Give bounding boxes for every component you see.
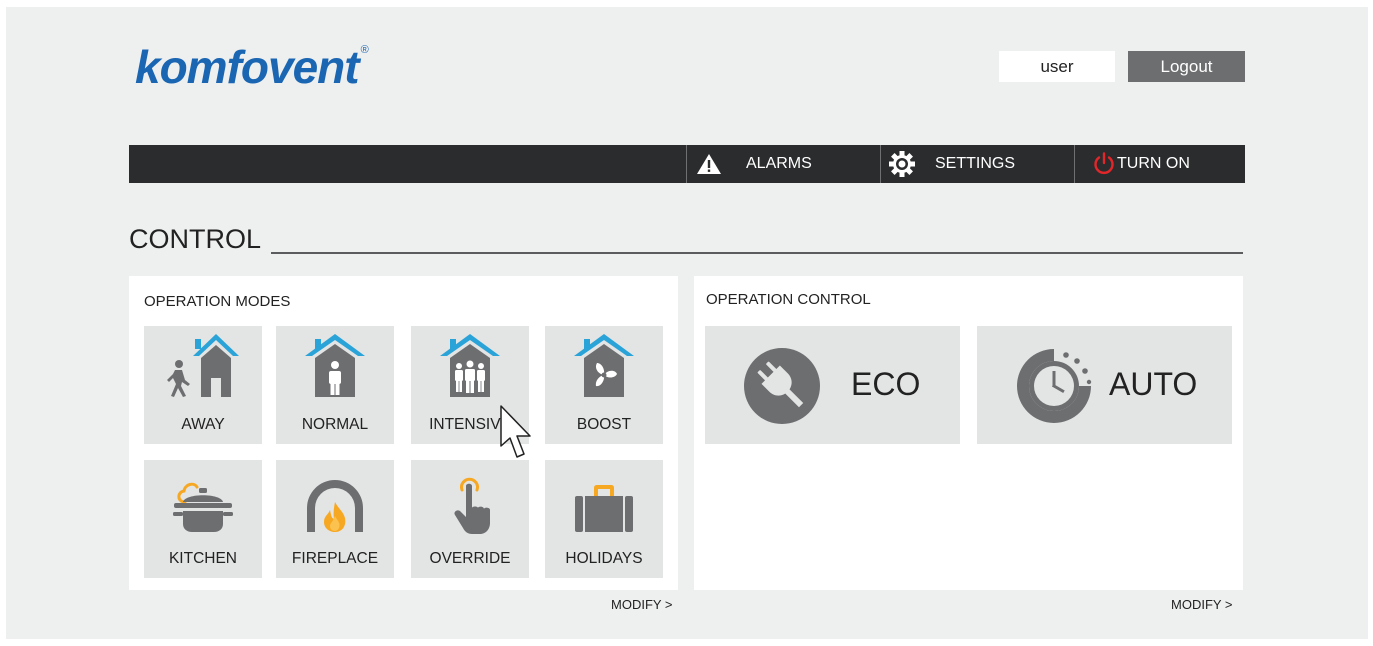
eco-button[interactable]: ECO: [705, 326, 960, 444]
auto-clock-icon: [1017, 349, 1092, 423]
logout-button[interactable]: Logout: [1128, 51, 1245, 82]
gear-icon: [889, 151, 915, 177]
boost-fan-house-icon: [574, 334, 634, 397]
warning-icon: [696, 153, 722, 175]
mode-label: NORMAL: [301, 416, 369, 433]
user-name-display: user: [999, 51, 1115, 82]
operation-control-card: OPERATION CONTROL ECO AUTO: [694, 276, 1243, 590]
turn-on-label: TURN ON: [1117, 155, 1190, 172]
modify-control-link[interactable]: MODIFY >: [1171, 597, 1233, 612]
alarms-label: ALARMS: [746, 155, 812, 172]
fireplace-icon: [307, 480, 363, 532]
mode-label: BOOST: [576, 416, 632, 433]
eco-plug-icon: [744, 348, 820, 424]
holidays-suitcase-icon: [575, 485, 633, 532]
eco-label: ECO: [851, 366, 921, 402]
settings-label: SETTINGS: [935, 155, 1016, 172]
intensive-house-icon: [440, 334, 500, 397]
registered-mark: ®: [360, 44, 369, 56]
away-house-icon: [167, 334, 239, 397]
mode-boost-button[interactable]: BOOST: [545, 326, 663, 444]
mode-label: OVERRIDE: [429, 550, 511, 567]
mode-normal-button[interactable]: NORMAL: [276, 326, 394, 444]
power-icon: [1093, 152, 1115, 176]
turn-on-button[interactable]: TURN ON: [1075, 145, 1245, 183]
mode-away-button[interactable]: AWAY: [144, 326, 262, 444]
mouse-pointer-icon: [500, 405, 531, 458]
top-navbar: ALARMS SETTINGS TURN ON: [129, 145, 1245, 183]
kitchen-pot-icon: [173, 482, 233, 532]
mode-fireplace-button[interactable]: FIREPLACE: [276, 460, 394, 578]
mode-label: HOLIDAYS: [565, 550, 643, 567]
auto-button[interactable]: AUTO: [977, 326, 1232, 444]
auto-label: AUTO: [1109, 366, 1198, 402]
mode-holidays-button[interactable]: HOLIDAYS: [545, 460, 663, 578]
page-title: CONTROL: [129, 224, 262, 254]
modify-modes-link[interactable]: MODIFY >: [611, 597, 673, 612]
komfovent-logo: komfovent ®: [135, 41, 369, 93]
mode-label: KITCHEN: [168, 550, 238, 567]
alarms-button[interactable]: ALARMS: [687, 145, 880, 183]
settings-button[interactable]: SETTINGS: [881, 145, 1074, 183]
mode-kitchen-button[interactable]: KITCHEN: [144, 460, 262, 578]
operation-modes-card: OPERATION MODES AWAY NORMAL INTENSIVE BO…: [129, 276, 678, 590]
override-hand-icon: [454, 477, 490, 534]
title-divider: [271, 252, 1243, 254]
operation-modes-title: OPERATION MODES: [144, 293, 291, 310]
mode-label: FIREPLACE: [291, 550, 379, 567]
operation-control-title: OPERATION CONTROL: [706, 291, 871, 308]
mode-override-button[interactable]: OVERRIDE: [411, 460, 529, 578]
mode-label: AWAY: [181, 416, 225, 433]
normal-house-icon: [305, 334, 365, 397]
